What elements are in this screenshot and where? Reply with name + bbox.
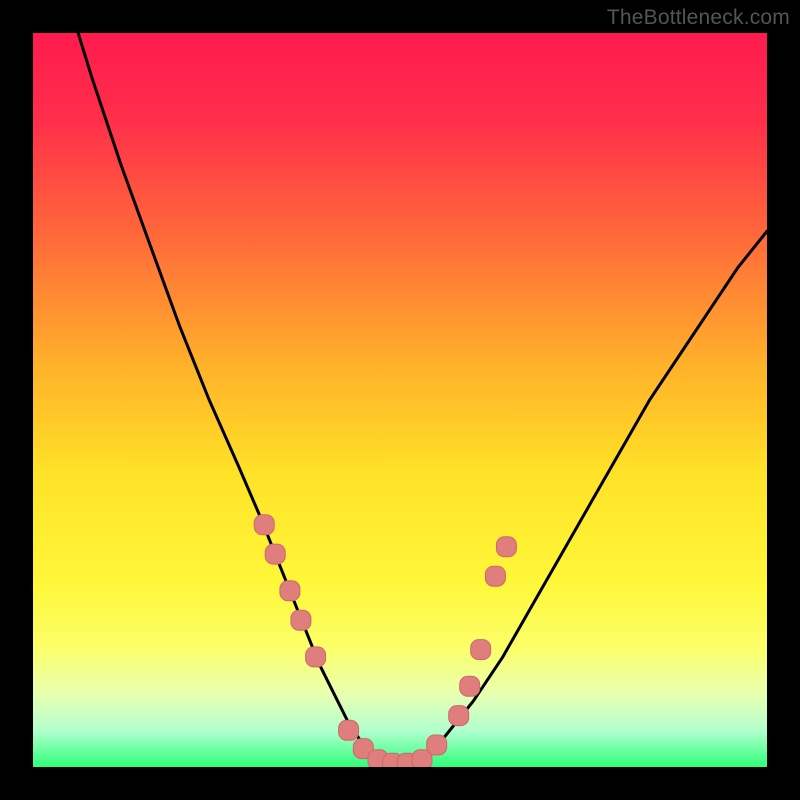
marker-point bbox=[265, 544, 285, 564]
marker-point bbox=[449, 706, 469, 726]
bottleneck-curve bbox=[33, 33, 767, 767]
marker-point bbox=[460, 676, 480, 696]
plot-area bbox=[33, 33, 767, 767]
marker-point bbox=[306, 647, 326, 667]
chart-svg bbox=[33, 33, 767, 767]
outer-frame: TheBottleneck.com bbox=[0, 0, 800, 800]
marker-point bbox=[280, 581, 300, 601]
marker-point bbox=[291, 610, 311, 630]
marker-point bbox=[254, 515, 274, 535]
watermark-text: TheBottleneck.com bbox=[607, 6, 790, 30]
marker-point bbox=[339, 720, 359, 740]
marker-point bbox=[496, 537, 516, 557]
marker-point bbox=[427, 735, 447, 755]
marker-point bbox=[485, 566, 505, 586]
marker-point bbox=[471, 640, 491, 660]
marker-group bbox=[254, 515, 516, 767]
